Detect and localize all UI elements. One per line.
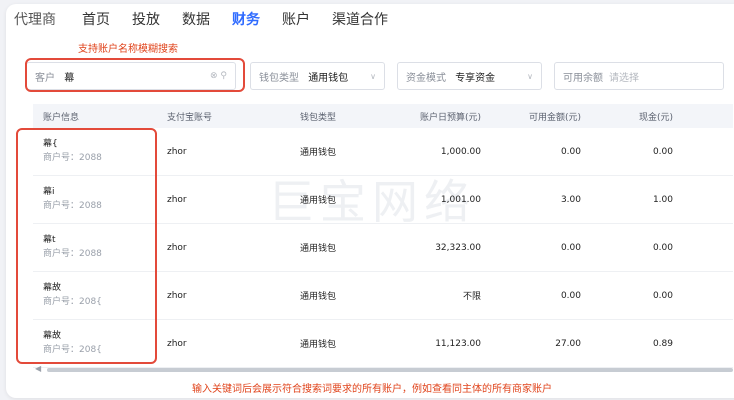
cash-cell: 0.89 bbox=[652, 338, 673, 349]
scrollbar-thumb[interactable] bbox=[47, 368, 733, 372]
top-nav: 代理商 首页 投放 数据 财务 账户 渠道合作 bbox=[14, 8, 410, 30]
alipay-cell: zhor bbox=[167, 194, 187, 205]
header-account-info: 账户信息 bbox=[43, 112, 80, 123]
fund-label: 资金模式 bbox=[406, 72, 446, 84]
nav-account[interactable]: 账户 bbox=[282, 9, 310, 29]
wallet-label: 钱包类型 bbox=[259, 72, 299, 84]
budget-cell: 1,001.00 bbox=[440, 194, 481, 205]
wallet-value: 通用钱包 bbox=[308, 72, 349, 84]
balance-placeholder: 请选择 bbox=[609, 72, 639, 84]
budget-cell: 32,323.00 bbox=[435, 242, 481, 253]
horizontal-scrollbar[interactable]: ◀ bbox=[33, 364, 733, 374]
cash-cell: 0.00 bbox=[652, 146, 673, 157]
available-cell: 3.00 bbox=[560, 194, 581, 205]
balance-label: 可用余额 bbox=[563, 72, 603, 84]
nav-data[interactable]: 数据 bbox=[182, 9, 210, 29]
nav-channel[interactable]: 渠道合作 bbox=[332, 9, 388, 29]
alipay-cell: zhor bbox=[167, 242, 187, 253]
wallet-cell: 通用钱包 bbox=[299, 196, 336, 206]
cash-cell: 0.00 bbox=[652, 290, 673, 301]
annotation-search-result: 输入关键词后会展示符合搜索词要求的所有账户，例如查看同主体的所有商家账户 bbox=[192, 384, 552, 395]
available-cell: 0.00 bbox=[560, 242, 581, 253]
chevron-down-icon: ∨ bbox=[370, 71, 376, 81]
available-cell: 0.00 bbox=[560, 290, 581, 301]
nav-finance[interactable]: 财务 bbox=[232, 9, 260, 29]
available-balance-select[interactable]: 可用余额 请选择 bbox=[554, 62, 724, 90]
budget-cell: 11,123.00 bbox=[435, 338, 481, 349]
header-daily-budget: 账户日预算(元) bbox=[419, 112, 481, 123]
wallet-cell: 通用钱包 bbox=[299, 292, 336, 302]
nav-home[interactable]: 首页 bbox=[82, 9, 110, 29]
nav-ads[interactable]: 投放 bbox=[132, 9, 160, 29]
annotation-box-accounts bbox=[16, 128, 157, 364]
wallet-cell: 通用钱包 bbox=[299, 340, 336, 350]
header-cash: 现金(元) bbox=[638, 112, 673, 123]
header-available: 可用金额(元) bbox=[528, 112, 581, 123]
table-header: 账户信息 支付宝账号 钱包类型 账户日预算(元) 可用金额(元) 现金(元) bbox=[33, 104, 733, 128]
brand-label: 代理商 bbox=[14, 12, 56, 28]
header-alipay: 支付宝账号 bbox=[167, 112, 213, 123]
cash-cell: 0.00 bbox=[652, 242, 673, 253]
fund-mode-select[interactable]: 资金模式 专享资金 ∨ bbox=[397, 62, 542, 90]
alipay-cell: zhor bbox=[167, 290, 187, 301]
available-cell: 0.00 bbox=[560, 146, 581, 157]
annotation-fuzzy-search: 支持账户名称模糊搜索 bbox=[78, 44, 178, 55]
alipay-cell: zhor bbox=[167, 338, 187, 349]
available-cell: 27.00 bbox=[555, 338, 581, 349]
chevron-down-icon: ∨ bbox=[527, 71, 533, 81]
annotation-box-search bbox=[25, 58, 245, 92]
scroll-left-icon[interactable]: ◀ bbox=[35, 364, 41, 373]
wallet-cell: 通用钱包 bbox=[299, 244, 336, 254]
alipay-cell: zhor bbox=[167, 146, 187, 157]
fund-value: 专享资金 bbox=[455, 72, 496, 84]
wallet-cell: 通用钱包 bbox=[299, 148, 336, 158]
header-wallet-type: 钱包类型 bbox=[299, 112, 336, 123]
budget-cell: 1,000.00 bbox=[440, 146, 481, 157]
wallet-type-select[interactable]: 钱包类型 通用钱包 ∨ bbox=[250, 62, 385, 90]
budget-cell: 不限 bbox=[462, 292, 481, 302]
cash-cell: 1.00 bbox=[652, 194, 673, 205]
